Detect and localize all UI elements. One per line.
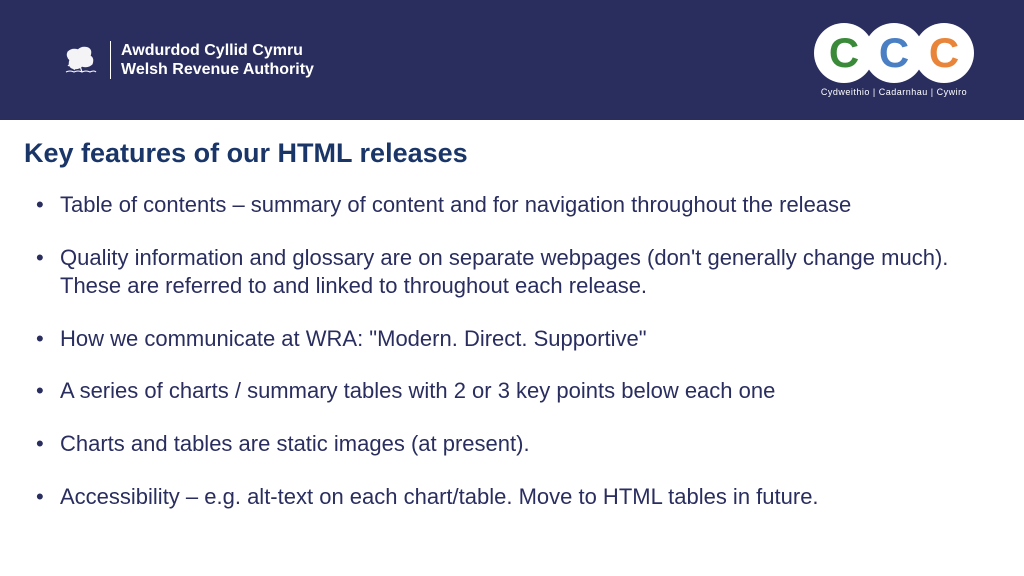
org-name-text: Awdurdod Cyllid Cymru Welsh Revenue Auth… — [121, 41, 314, 79]
logo-divider — [110, 41, 111, 79]
bullet-item: Accessibility – e.g. alt-text on each ch… — [32, 483, 1000, 512]
c-circle-3: C — [914, 23, 974, 83]
slide-content: Key features of our HTML releases Table … — [0, 120, 1024, 555]
bullet-item: A series of charts / summary tables with… — [32, 377, 1000, 406]
bullet-item: Quality information and glossary are on … — [32, 244, 1000, 301]
bullet-item: Table of contents – summary of content a… — [32, 191, 1000, 220]
org-logo-left: Awdurdod Cyllid Cymru Welsh Revenue Auth… — [60, 40, 314, 80]
slide-header: Awdurdod Cyllid Cymru Welsh Revenue Auth… — [0, 0, 1024, 120]
bullet-item: How we communicate at WRA: "Modern. Dire… — [32, 325, 1000, 354]
bullet-item: Charts and tables are static images (at … — [32, 430, 1000, 459]
c-letter-orange: C — [929, 29, 959, 77]
org-name-english: Welsh Revenue Authority — [121, 60, 314, 79]
ccc-logo: C C C — [814, 23, 974, 83]
c-letter-blue: C — [879, 29, 909, 77]
slide-title: Key features of our HTML releases — [24, 138, 1000, 169]
bullet-list: Table of contents – summary of content a… — [24, 191, 1000, 511]
c-letter-green: C — [829, 29, 859, 77]
org-name-welsh: Awdurdod Cyllid Cymru — [121, 41, 314, 60]
ccc-tagline: Cydweithio | Cadarnhau | Cywiro — [821, 87, 967, 97]
ccc-logo-block: C C C Cydweithio | Cadarnhau | Cywiro — [814, 23, 974, 97]
welsh-dragon-icon — [60, 40, 100, 80]
